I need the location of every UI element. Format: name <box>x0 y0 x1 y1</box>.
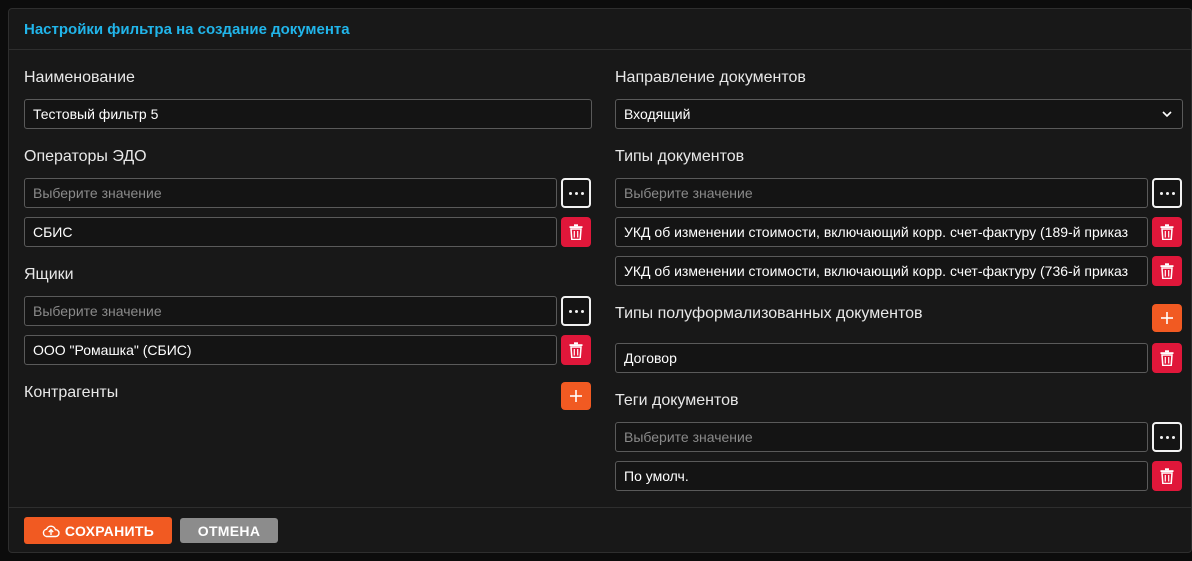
semi-formal-add-button[interactable] <box>1152 304 1182 332</box>
doc-types-item-delete-button[interactable] <box>1152 256 1182 286</box>
tags-more-button[interactable] <box>1152 422 1182 452</box>
doc-types-item: УКД об изменении стоимости, включающий к… <box>615 256 1148 286</box>
counterparties-label: Контрагенты <box>24 384 119 401</box>
name-input[interactable]: Тестовый фильтр 5 <box>24 99 592 129</box>
trash-icon <box>1160 468 1174 484</box>
plus-icon <box>570 390 582 402</box>
boxes-select-input[interactable]: Выберите значение <box>24 296 557 326</box>
panel-footer: СОХРАНИТЬ ОТМЕНА <box>9 507 1191 553</box>
trash-icon <box>569 342 583 358</box>
panel-title: Настройки фильтра на создание документа <box>24 21 350 38</box>
more-dots-icon <box>1159 435 1175 439</box>
doc-types-more-button[interactable] <box>1152 178 1182 208</box>
direction-select-value: Входящий <box>624 106 691 122</box>
trash-icon <box>1160 224 1174 240</box>
doc-types-label: Типы документов <box>615 148 745 165</box>
operators-item-sbis: СБИС <box>24 217 557 247</box>
doc-types-item-delete-button[interactable] <box>1152 217 1182 247</box>
boxes-more-button[interactable] <box>561 296 591 326</box>
tags-label: Теги документов <box>615 392 739 409</box>
panel-header: Настройки фильтра на создание документа <box>9 9 1191 50</box>
operators-select-input[interactable]: Выберите значение <box>24 178 557 208</box>
operators-more-button[interactable] <box>561 178 591 208</box>
filter-settings-panel: Настройки фильтра на создание документа … <box>8 8 1192 553</box>
doc-types-select-input[interactable]: Выберите значение <box>615 178 1148 208</box>
boxes-item-romashka: ООО "Ромашка" (СБИС) <box>24 335 557 365</box>
trash-icon <box>569 224 583 240</box>
boxes-item-delete-button[interactable] <box>561 335 591 365</box>
semi-formal-item-delete-button[interactable] <box>1152 343 1182 373</box>
operators-item-delete-button[interactable] <box>561 217 591 247</box>
tags-item-default: По умолч. <box>615 461 1148 491</box>
tags-select-input[interactable]: Выберите значение <box>615 422 1148 452</box>
more-dots-icon <box>1159 191 1175 195</box>
semi-formal-item-contract: Договор <box>615 343 1148 373</box>
trash-icon <box>1160 263 1174 279</box>
more-dots-icon <box>568 191 584 195</box>
doc-types-item: УКД об изменении стоимости, включающий к… <box>615 217 1148 247</box>
more-dots-icon <box>568 309 584 313</box>
tags-item-delete-button[interactable] <box>1152 461 1182 491</box>
semi-formal-label: Типы полуформализованных документов <box>615 305 923 322</box>
direction-select[interactable]: Входящий <box>615 99 1183 129</box>
save-button-label: СОХРАНИТЬ <box>64 522 155 539</box>
chevron-down-icon <box>1162 111 1172 118</box>
plus-icon <box>1161 312 1173 324</box>
direction-label: Направление документов <box>615 69 806 86</box>
counterparties-add-button[interactable] <box>561 382 591 410</box>
trash-icon <box>1160 350 1174 366</box>
cloud-upload-icon <box>42 525 60 537</box>
name-label: Наименование <box>24 69 135 86</box>
boxes-label: Ящики <box>24 266 74 283</box>
save-button[interactable]: СОХРАНИТЬ <box>24 517 172 544</box>
operators-label: Операторы ЭДО <box>24 148 147 165</box>
cancel-button[interactable]: ОТМЕНА <box>180 518 278 543</box>
